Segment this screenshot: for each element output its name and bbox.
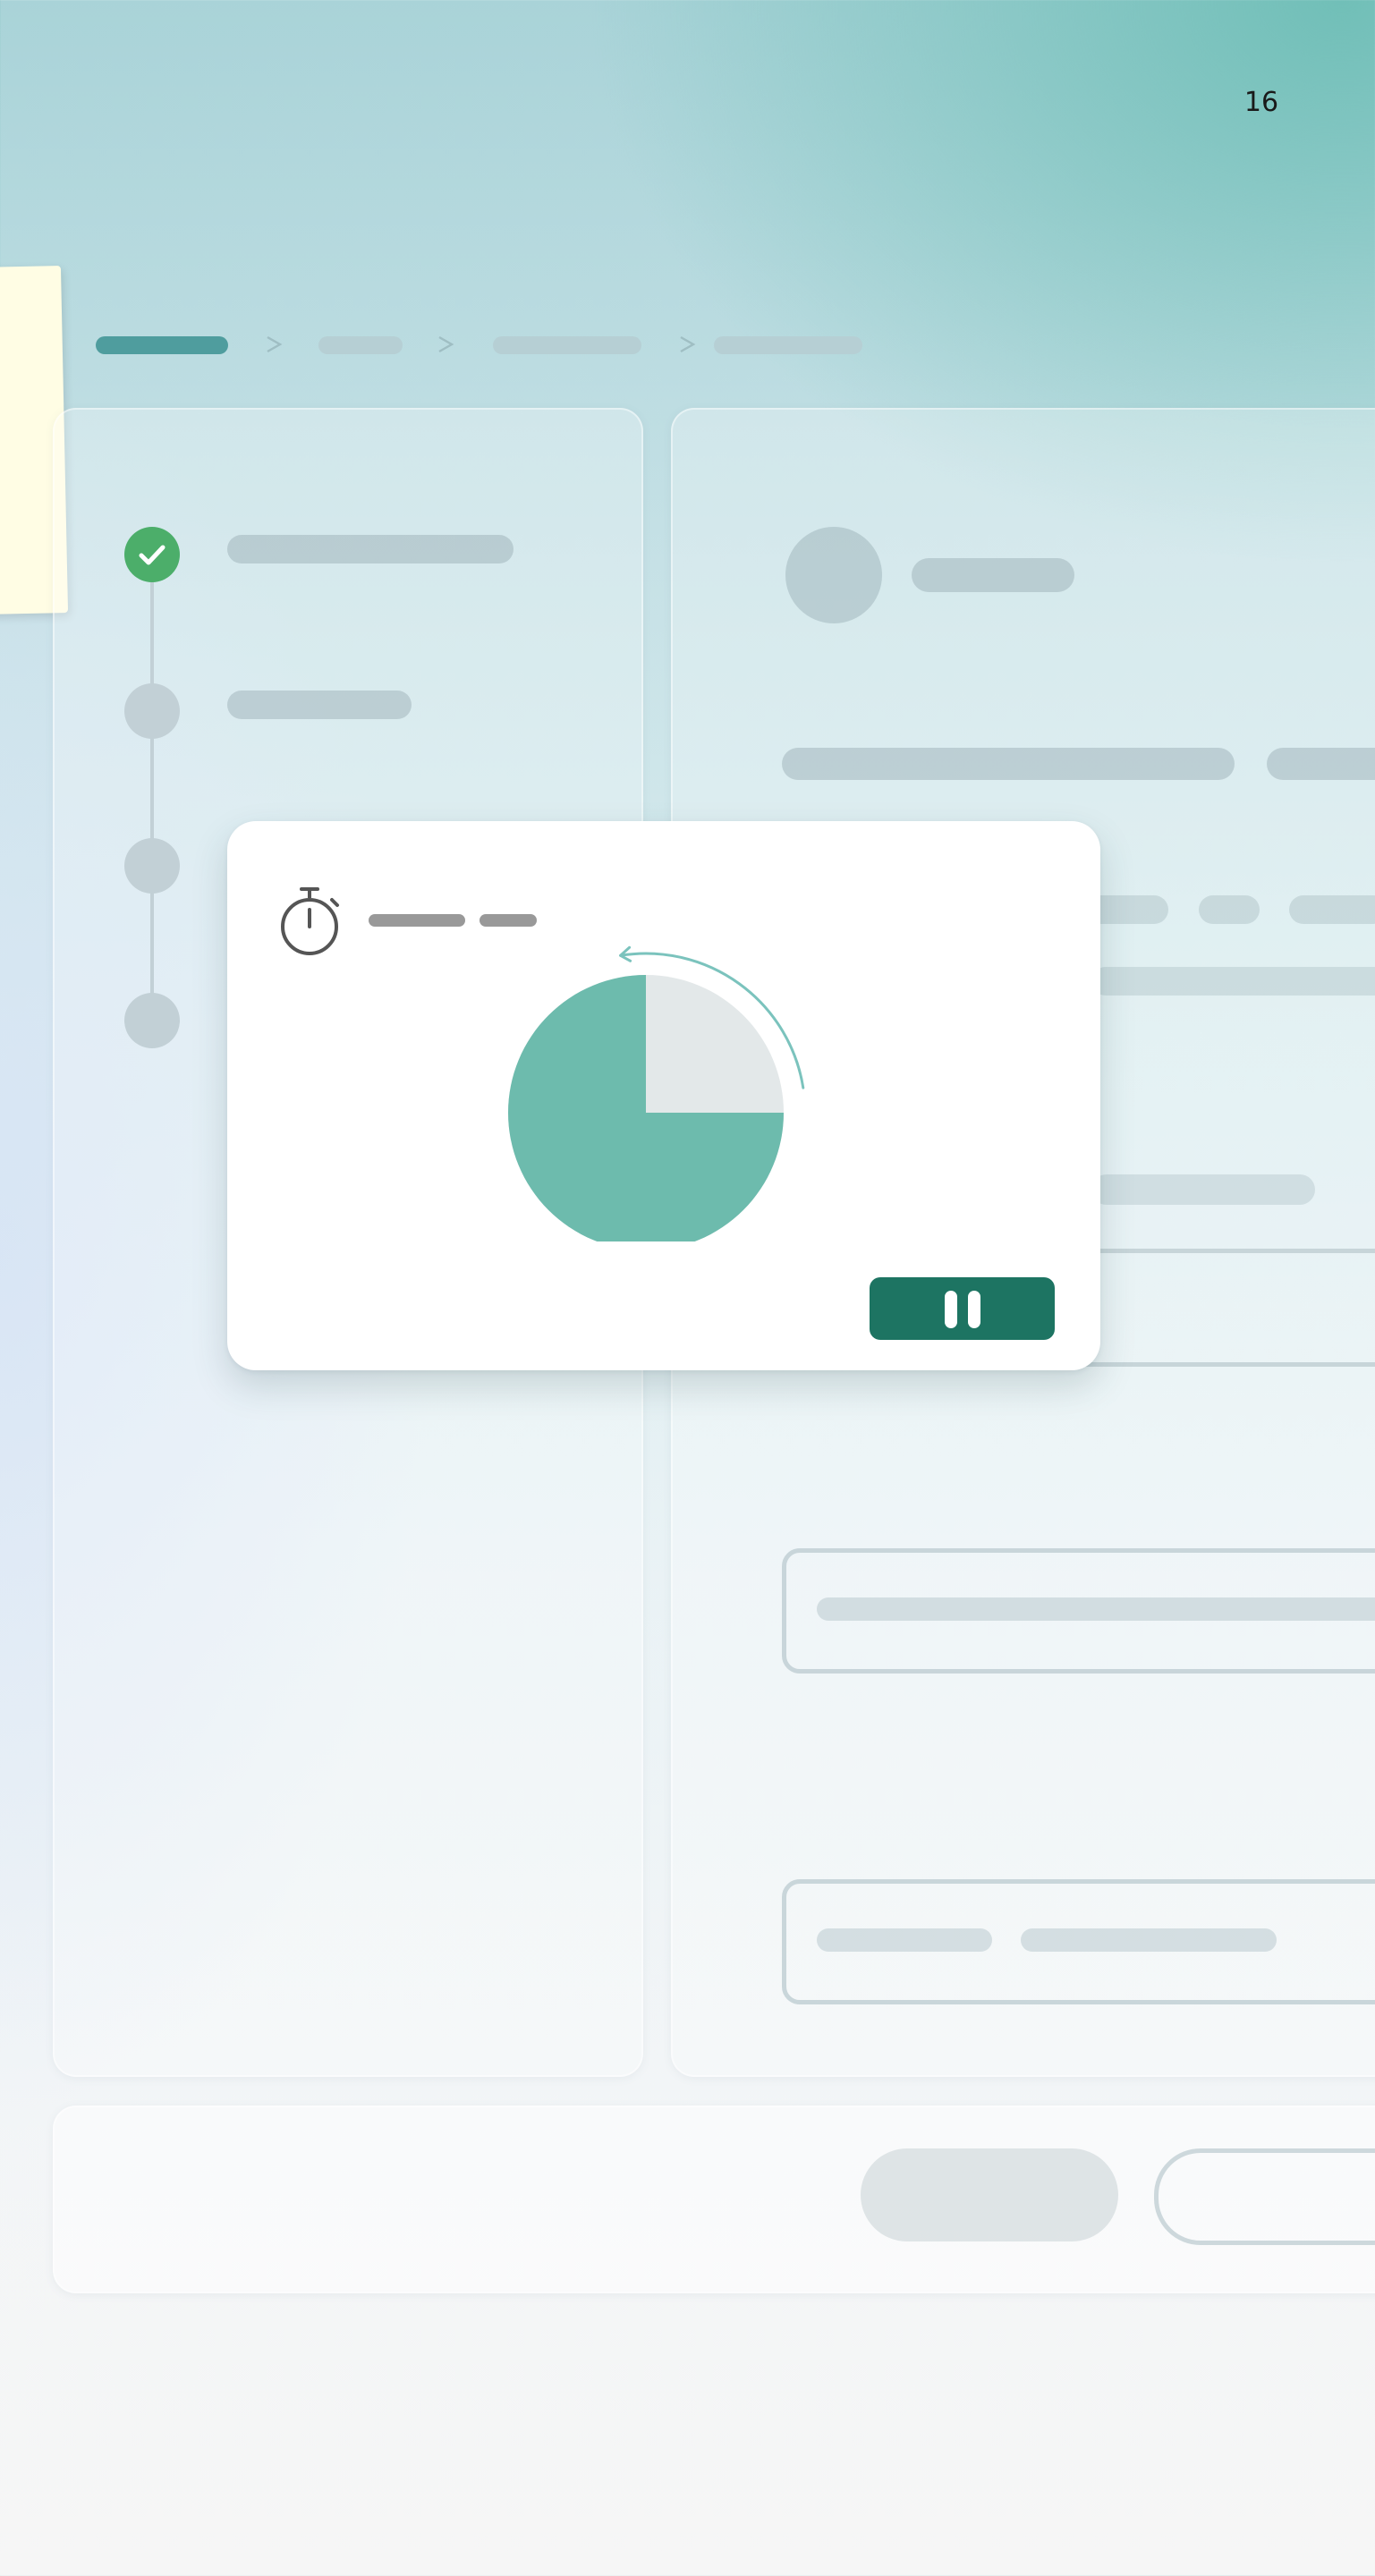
chevron-right-icon bbox=[438, 335, 454, 353]
step-3[interactable] bbox=[124, 838, 180, 894]
step-2[interactable] bbox=[124, 683, 180, 739]
step-4[interactable] bbox=[124, 993, 180, 1048]
step-1-complete[interactable] bbox=[124, 527, 180, 582]
divider bbox=[1082, 1249, 1375, 1253]
timer-progress-chart bbox=[508, 945, 805, 1241]
timer-label-bar-2 bbox=[480, 914, 537, 927]
pause-icon bbox=[968, 1291, 980, 1328]
tag-2 bbox=[1199, 895, 1260, 924]
input-field-1-value bbox=[817, 1597, 1375, 1621]
breadcrumb-item-3[interactable] bbox=[493, 336, 641, 354]
step-1-label bbox=[227, 535, 514, 564]
chevron-right-icon bbox=[267, 335, 283, 353]
breadcrumb-item-1[interactable] bbox=[96, 336, 228, 354]
input-field-2[interactable] bbox=[782, 1879, 1375, 2004]
check-icon bbox=[139, 545, 166, 565]
profile-name bbox=[912, 558, 1074, 592]
content-line-1 bbox=[782, 748, 1235, 780]
breadcrumb bbox=[0, 0, 1375, 376]
breadcrumb-item-4[interactable] bbox=[714, 336, 862, 354]
chevron-right-icon bbox=[680, 335, 696, 353]
timer-label-bar-1 bbox=[369, 914, 465, 927]
avatar bbox=[785, 527, 882, 623]
timer-card bbox=[227, 821, 1100, 1370]
content-line-2 bbox=[1091, 967, 1375, 996]
pause-button[interactable] bbox=[870, 1277, 1055, 1340]
input-field-1[interactable] bbox=[782, 1548, 1375, 1674]
divider bbox=[1082, 1362, 1375, 1367]
content-line-3 bbox=[1091, 1174, 1315, 1205]
input-field-2-value-b bbox=[1021, 1928, 1277, 1952]
tag-3 bbox=[1289, 895, 1375, 924]
stopwatch-icon bbox=[281, 887, 339, 955]
secondary-button[interactable] bbox=[861, 2148, 1118, 2241]
primary-button[interactable] bbox=[1154, 2148, 1375, 2245]
input-field-2-value-a bbox=[817, 1928, 992, 1952]
stepper-line bbox=[150, 581, 154, 1029]
content-line-1b bbox=[1267, 748, 1375, 780]
pause-icon bbox=[945, 1291, 957, 1328]
breadcrumb-item-2[interactable] bbox=[318, 336, 403, 354]
step-2-label bbox=[227, 691, 412, 719]
